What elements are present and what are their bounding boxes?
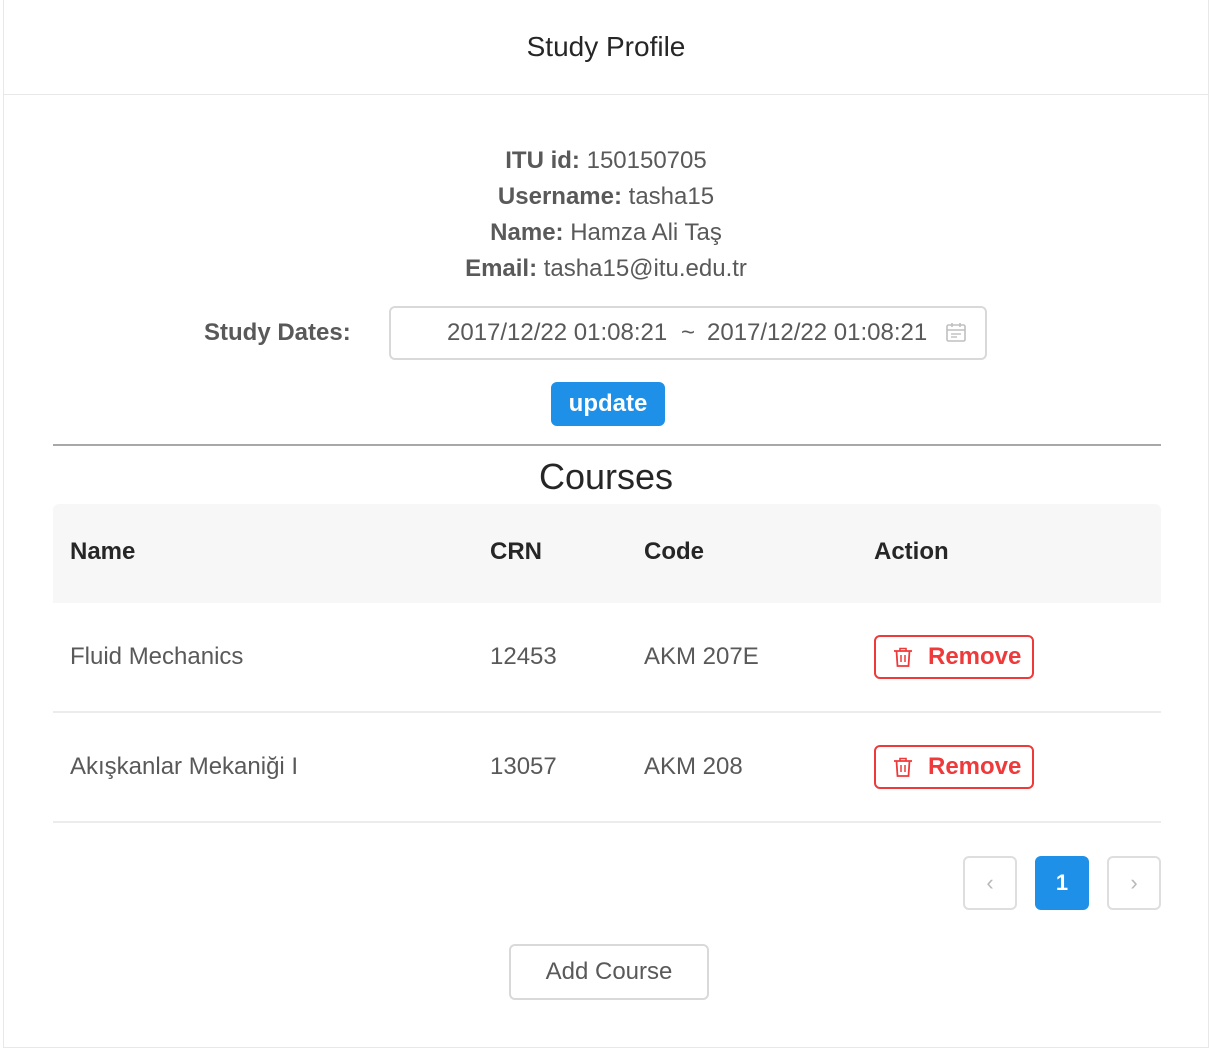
email-line: Email: tasha15@itu.edu.tr [4, 251, 1208, 287]
username-line: Username: tasha15 [4, 179, 1208, 215]
username-value: tasha15 [628, 183, 715, 210]
study-dates-label: Study Dates: [204, 319, 351, 346]
pagination-page-1[interactable]: 1 [1035, 856, 1089, 910]
table-header: Name CRN Code Action [53, 504, 1161, 603]
email-value: tasha15@itu.edu.tr [543, 255, 747, 282]
email-label: Email: [465, 255, 538, 282]
course-name: Fluid Mechanics [70, 643, 244, 670]
trash-icon [894, 647, 912, 667]
pagination-next-button[interactable]: › [1107, 856, 1161, 910]
column-header-action: Action [874, 538, 949, 565]
add-course-button[interactable]: Add Course [509, 944, 709, 1000]
page-title: Study Profile [526, 31, 686, 62]
name-label: Name: [490, 219, 564, 246]
card-header: Study Profile [4, 0, 1208, 95]
itu-id-line: ITU id: 150150705 [4, 143, 1208, 179]
calendar-icon [946, 323, 966, 342]
section-divider [53, 444, 1161, 446]
column-header-name: Name [70, 538, 136, 565]
column-header-crn: CRN [490, 538, 542, 565]
study-dates-range-picker[interactable]: 2017/12/22 01:08:21 ~ 2017/12/22 01:08:2… [389, 306, 987, 360]
itu-id-label: ITU id: [505, 147, 580, 174]
table-row: Fluid Mechanics 12453 AKM 207E Remove [53, 603, 1161, 713]
course-crn: 13057 [490, 753, 557, 780]
pagination-prev-button[interactable]: ‹ [963, 856, 1017, 910]
start-date-input[interactable]: 2017/12/22 01:08:21 [447, 319, 667, 347]
table-row: Akışkanlar Mekaniği I 13057 AKM 208 Remo… [53, 713, 1161, 823]
course-crn: 12453 [490, 643, 557, 670]
end-date-input[interactable]: 2017/12/22 01:08:21 [707, 319, 927, 347]
course-code: AKM 207E [644, 643, 759, 670]
name-value: Hamza Ali Taş [570, 219, 722, 246]
date-separator: ~ [681, 319, 696, 346]
courses-title: Courses [538, 456, 674, 497]
study-profile-card: Study Profile ITU id: 150150705 Username… [3, 0, 1209, 1048]
column-header-code: Code [644, 538, 704, 565]
profile-info: ITU id: 150150705 Username: tasha15 Name… [4, 143, 1208, 287]
remove-button[interactable]: Remove [874, 745, 1034, 789]
remove-label: Remove [928, 753, 1022, 780]
update-button[interactable]: update [551, 382, 665, 426]
itu-id-value: 150150705 [586, 147, 707, 174]
remove-button[interactable]: Remove [874, 635, 1034, 679]
course-code: AKM 208 [644, 753, 743, 780]
course-name: Akışkanlar Mekaniği I [70, 753, 299, 780]
name-line: Name: Hamza Ali Taş [4, 215, 1208, 251]
username-label: Username: [497, 183, 622, 210]
remove-label: Remove [928, 643, 1022, 670]
courses-table: Name CRN Code Action Fluid Mechanics 124… [53, 504, 1161, 823]
trash-icon [894, 757, 912, 777]
